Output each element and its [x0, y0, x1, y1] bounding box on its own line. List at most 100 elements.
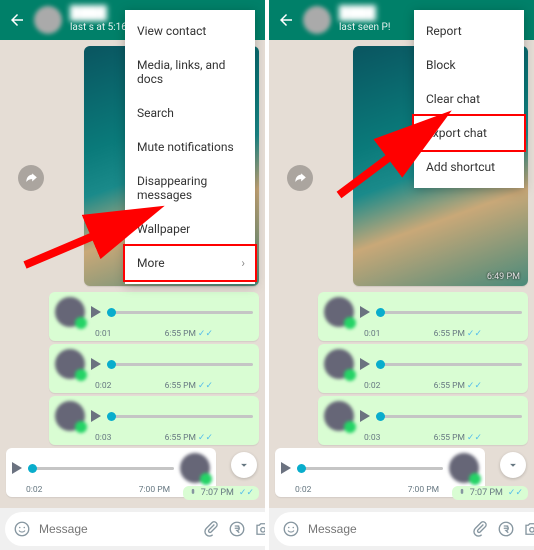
voice-message[interactable]: 0:016:55 PM✓✓	[318, 292, 528, 341]
emoji-icon[interactable]	[282, 520, 300, 538]
voice-avatar	[180, 453, 210, 483]
voice-track[interactable]	[376, 363, 522, 366]
read-ticks-icon: ✓✓	[467, 433, 482, 443]
voice-scrubber[interactable]	[376, 412, 385, 421]
emoji-icon[interactable]	[13, 520, 31, 538]
contact-avatar[interactable]	[303, 6, 331, 34]
message-input[interactable]	[308, 522, 463, 536]
menu-export-chat[interactable]: Export chat	[412, 114, 526, 152]
play-button[interactable]	[360, 410, 370, 422]
voice-message[interactable]: 0:02 6:55 PM✓✓	[318, 344, 528, 393]
camera-icon[interactable]	[523, 520, 534, 538]
play-button[interactable]	[360, 306, 370, 318]
composer	[0, 508, 265, 550]
play-button[interactable]	[360, 358, 370, 370]
voice-track[interactable]	[376, 415, 522, 418]
voice-avatar	[55, 349, 85, 379]
menu-add-shortcut[interactable]: Add shortcut	[414, 150, 524, 184]
voice-duration: 0:02	[295, 485, 311, 495]
voice-track[interactable]	[107, 415, 253, 418]
voice-timestamp: 6:55 PM	[165, 329, 196, 339]
voice-duration: 0:02	[364, 381, 380, 391]
voice-timestamp: 6:55 PM	[434, 329, 465, 339]
voice-scrubber[interactable]	[297, 464, 306, 473]
voice-message[interactable]: 0:026:55 PM✓✓	[49, 344, 259, 393]
voice-scrubber[interactable]	[107, 360, 116, 369]
last-sent-time: 7:07 PM	[470, 488, 503, 498]
voice-timestamp: 6:55 PM	[434, 433, 465, 443]
menu-mute[interactable]: Mute notifications	[125, 130, 255, 164]
voice-scrubber[interactable]	[376, 308, 385, 317]
menu-clear-chat[interactable]: Clear chat	[414, 82, 524, 116]
attach-icon[interactable]	[471, 520, 489, 538]
play-button[interactable]	[281, 462, 291, 474]
voice-track[interactable]	[107, 311, 253, 314]
menu-block[interactable]: Block	[414, 48, 524, 82]
mic-badge-icon	[344, 369, 356, 381]
voice-track[interactable]	[297, 467, 443, 470]
camera-icon[interactable]	[254, 520, 265, 538]
play-button[interactable]	[12, 462, 22, 474]
voice-scrubber[interactable]	[107, 308, 116, 317]
voice-scrubber[interactable]	[28, 464, 37, 473]
message-input[interactable]	[39, 522, 194, 536]
voice-track[interactable]	[376, 311, 522, 314]
mic-badge-icon	[469, 473, 481, 485]
menu-view-contact[interactable]: View contact	[125, 14, 255, 48]
last-sent-badge: 7:07 PM ✓✓	[183, 486, 259, 500]
voice-timestamp: 6:55 PM	[434, 381, 465, 391]
voice-timestamp: 6:55 PM	[165, 433, 196, 443]
mic-badge-icon	[75, 421, 87, 433]
forward-button[interactable]	[18, 165, 44, 191]
mic-badge-icon	[200, 473, 212, 485]
voice-timestamp: 7:00 PM	[408, 485, 439, 495]
read-ticks-icon: ✓✓	[467, 381, 482, 391]
back-icon[interactable]	[8, 11, 26, 29]
menu-report[interactable]: Report	[414, 14, 524, 48]
scroll-down-button[interactable]	[231, 452, 257, 478]
voice-scrubber[interactable]	[107, 412, 116, 421]
composer	[269, 508, 534, 550]
voice-scrubber[interactable]	[376, 360, 385, 369]
read-ticks-icon: ✓✓	[198, 381, 213, 391]
last-sent-time: 7:07 PM	[201, 488, 234, 498]
voice-duration: 0:02	[95, 381, 111, 391]
last-sent-badge: 7:07 PM ✓✓	[452, 486, 528, 500]
voice-track[interactable]	[28, 467, 174, 470]
voice-message[interactable]: 0:016:55 PM✓✓	[49, 292, 259, 341]
menu-wallpaper[interactable]: Wallpaper	[125, 212, 255, 246]
attach-icon[interactable]	[202, 520, 220, 538]
read-ticks-icon: ✓✓	[508, 488, 523, 498]
rupee-icon[interactable]	[497, 520, 515, 538]
play-button[interactable]	[91, 358, 101, 370]
voice-track[interactable]	[107, 363, 253, 366]
image-timestamp: 6:49 PM	[487, 272, 520, 282]
read-ticks-icon: ✓✓	[198, 329, 213, 339]
screen-right: ████ last seen P! Report Block Clear cha…	[269, 0, 534, 550]
rupee-icon[interactable]	[228, 520, 246, 538]
menu-more[interactable]: More	[123, 244, 257, 282]
voice-duration: 0:03	[95, 433, 111, 443]
more-submenu: Report Block Clear chat Export chat Add …	[414, 10, 524, 188]
mic-badge-icon	[75, 317, 87, 329]
voice-duration: 0:03	[364, 433, 380, 443]
voice-avatar	[449, 453, 479, 483]
menu-search[interactable]: Search	[125, 96, 255, 130]
voice-duration: 0:02	[26, 485, 42, 495]
voice-message[interactable]: 0:03 6:55 PM✓✓	[318, 396, 528, 445]
forward-button[interactable]	[287, 165, 313, 191]
mic-icon	[457, 488, 467, 498]
voice-avatar	[324, 297, 354, 327]
voice-avatar	[55, 401, 85, 431]
contact-avatar[interactable]	[34, 6, 62, 34]
read-ticks-icon: ✓✓	[198, 433, 213, 443]
scroll-down-button[interactable]	[500, 452, 526, 478]
menu-disappearing[interactable]: Disappearing messages	[125, 164, 255, 212]
menu-media[interactable]: Media, links, and docs	[125, 48, 255, 96]
play-button[interactable]	[91, 410, 101, 422]
voice-avatar	[324, 349, 354, 379]
back-icon[interactable]	[277, 11, 295, 29]
voice-message[interactable]: 0:03 6:55 PM✓✓	[49, 396, 259, 445]
read-ticks-icon: ✓✓	[467, 329, 482, 339]
play-button[interactable]	[91, 306, 101, 318]
